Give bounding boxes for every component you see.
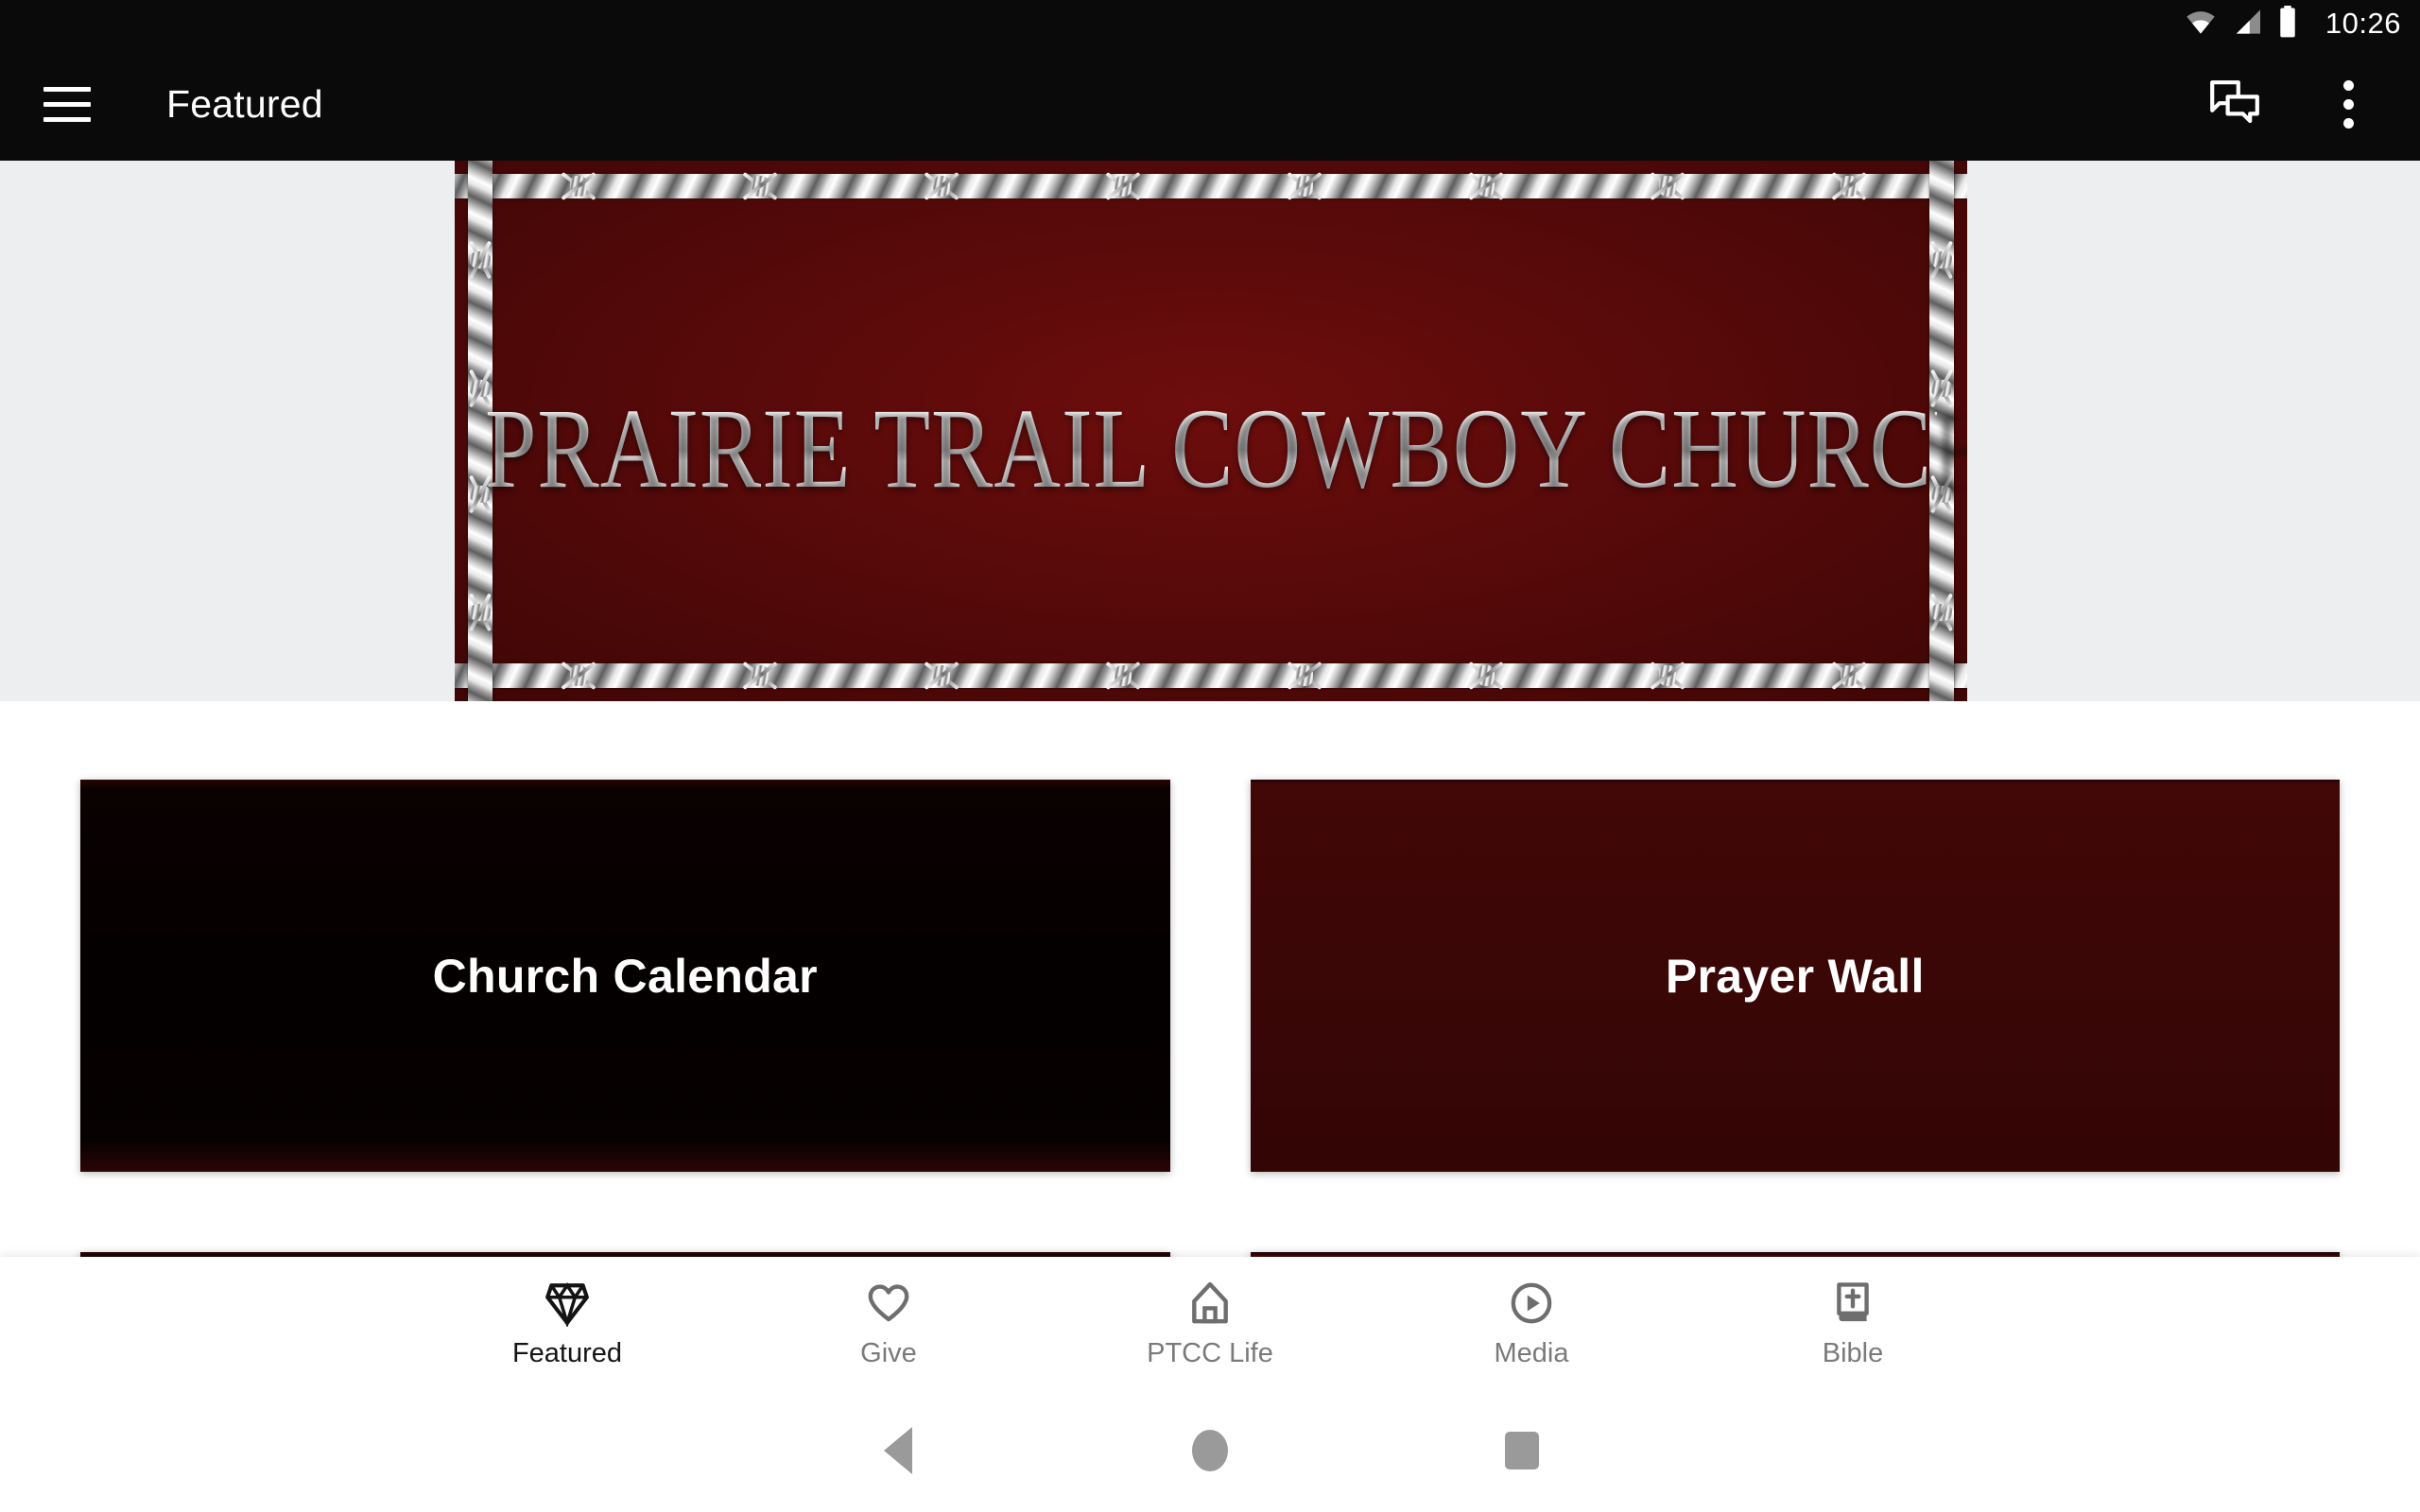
nav-label: Bible	[1822, 1338, 1884, 1368]
featured-carousel[interactable]: PRAIRIE TRAIL COWBOY CHURCH	[0, 161, 2420, 701]
wifi-icon	[2184, 9, 2218, 40]
overflow-menu-button[interactable]	[2307, 62, 2390, 146]
square-recents-icon	[1505, 1432, 1539, 1469]
nav-item-give[interactable]: Give	[728, 1277, 1049, 1369]
barb-icon	[1464, 662, 1508, 690]
triangle-back-icon	[884, 1427, 912, 1474]
heart-icon	[865, 1277, 912, 1330]
barb-icon	[1646, 662, 1689, 690]
barb-icon	[920, 662, 963, 690]
diamond-icon	[544, 1277, 591, 1330]
bible-book-icon	[1829, 1277, 1876, 1330]
barb-icon	[738, 172, 782, 200]
barbed-wire-top	[455, 174, 1967, 198]
tile-label: Prayer Wall	[1665, 949, 1925, 1003]
toolbar-actions	[2193, 62, 2420, 146]
cellular-signal-icon	[2231, 9, 2263, 40]
tile-prayer-wall[interactable]: Prayer Wall	[1250, 780, 2340, 1172]
featured-tile-grid: Church Calendar Prayer Wall	[0, 701, 2420, 1323]
home-button[interactable]	[1054, 1430, 1366, 1471]
nav-item-media[interactable]: Media	[1371, 1277, 1692, 1369]
play-circle-icon	[1508, 1277, 1555, 1330]
hamburger-bar	[43, 116, 91, 122]
barb-icon	[1927, 591, 1956, 634]
app-toolbar: Featured	[0, 47, 2420, 161]
app-root: 10:26 Featured PRAIRIE TRAIL COWBOY CHUR…	[0, 0, 2420, 1512]
barb-icon	[1283, 172, 1326, 200]
overflow-dot	[2342, 79, 2354, 91]
status-bar: 10:26	[0, 0, 2420, 47]
messages-button[interactable]	[2193, 62, 2276, 146]
barb-icon	[466, 591, 494, 634]
battery-icon	[2276, 5, 2299, 43]
barb-icon	[1101, 172, 1145, 200]
barb-icon	[466, 238, 494, 282]
nav-item-ptcc-life[interactable]: PTCC Life	[1049, 1277, 1371, 1369]
status-icon-group: 10:26	[2184, 5, 2401, 43]
tile-label: Church Calendar	[432, 949, 818, 1003]
tile-church-calendar[interactable]: Church Calendar	[80, 780, 1170, 1172]
page-title: Featured	[166, 81, 323, 126]
barb-icon	[557, 172, 600, 200]
banner-title: PRAIRIE TRAIL COWBOY CHURCH	[485, 386, 1967, 513]
barb-icon	[1827, 172, 1871, 200]
circle-home-icon	[1192, 1430, 1228, 1471]
barb-icon	[1464, 172, 1508, 200]
church-banner-slide[interactable]: PRAIRIE TRAIL COWBOY CHURCH	[455, 161, 1967, 701]
barb-icon	[1101, 662, 1145, 690]
nav-label: Featured	[511, 1338, 623, 1368]
barb-icon	[920, 172, 963, 200]
banner-background: PRAIRIE TRAIL COWBOY CHURCH	[455, 161, 1967, 701]
nav-item-bible[interactable]: Bible	[1692, 1277, 2014, 1369]
barb-icon	[1283, 662, 1326, 690]
overflow-menu-icon	[2342, 79, 2354, 129]
status-clock: 10:26	[2325, 7, 2401, 40]
hamburger-bar	[43, 86, 91, 92]
bottom-navigation-bar: Featured Give PTCC Life Media Bible	[0, 1257, 2420, 1389]
nav-label: Give	[860, 1338, 917, 1368]
chat-bubbles-icon	[2209, 79, 2260, 129]
barb-icon	[1827, 662, 1871, 690]
hamburger-bar	[43, 101, 91, 107]
barb-icon	[738, 662, 782, 690]
church-icon	[1186, 1277, 1234, 1330]
barbed-wire-bottom	[455, 663, 1967, 688]
recents-button[interactable]	[1366, 1432, 1678, 1469]
barb-icon	[557, 662, 600, 690]
back-button[interactable]	[742, 1427, 1054, 1474]
nav-item-featured[interactable]: Featured	[406, 1277, 728, 1369]
overflow-dot	[2342, 98, 2354, 110]
hamburger-menu-icon[interactable]	[43, 75, 102, 133]
barb-icon	[1927, 238, 1956, 282]
nav-label: PTCC Life	[1147, 1338, 1273, 1368]
tile-row: Church Calendar Prayer Wall	[0, 780, 2420, 1172]
android-system-navigation	[0, 1389, 2420, 1512]
barb-icon	[1646, 172, 1689, 200]
nav-label: Media	[1494, 1338, 1569, 1368]
overflow-dot	[2342, 117, 2354, 129]
